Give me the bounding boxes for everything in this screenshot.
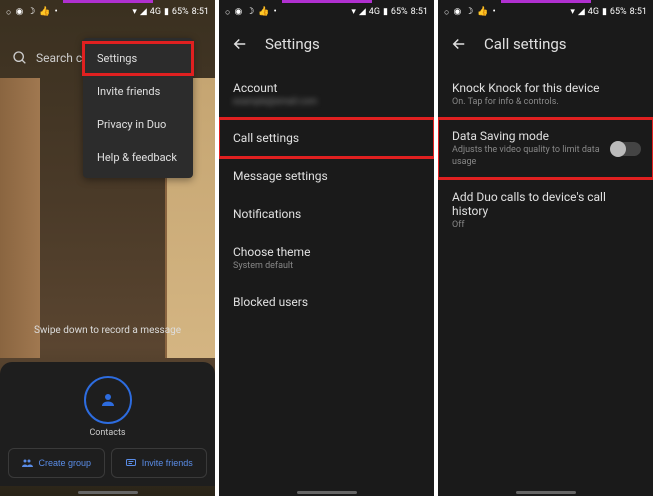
account-value: example@email.com [233,97,420,107]
data-saving-sub: Adjusts the video quality to limit data … [452,145,611,168]
swipe-hint: Swipe down to record a message [0,325,215,336]
call-settings-header: Call settings [438,21,653,69]
whatsapp-icon: ○ [444,7,449,18]
theme-label: Choose theme [233,245,420,259]
status-bar: ○ ◉ ☽ 👍 • ▾ ◢ 4G ▮ 65% 8:51 [0,3,215,21]
settings-header: Settings [219,21,434,69]
status-icons-right: ▾ ◢ 4G ▮ 65% 8:51 [351,7,428,17]
battery-percent: 65% [391,7,408,17]
search-bar[interactable]: Search co [12,50,89,66]
button-row: Create group Invite friends [8,448,207,478]
nav-handle[interactable] [297,491,357,494]
history-sub: Off [452,220,639,230]
search-placeholder: Search co [36,51,89,65]
contacts-button[interactable] [84,376,132,424]
data-saving-text: Data Saving mode Adjusts the video quali… [452,129,611,168]
theme-value: System default [233,261,420,271]
network-label: 4G [369,7,380,17]
choose-theme-item[interactable]: Choose theme System default [219,233,434,283]
call-history-item[interactable]: Add Duo calls to device's call history O… [438,178,653,242]
toggle-knob [610,141,626,157]
battery-percent: 65% [172,7,189,17]
call-settings-screen: ○ ◉ ☽ 👍 • ▾ ◢ 4G ▮ 65% 8:51 Call setting… [438,0,653,496]
duo-home-screen: ○ ◉ ☽ 👍 • ▾ ◢ 4G ▮ 65% 8:51 Search co Se… [0,0,215,496]
wifi-icon: ▾ [132,7,137,17]
signal-icon: ◢ [359,7,366,17]
whatsapp-icon: ○ [6,7,11,18]
moon-icon: ☽ [465,7,473,17]
thumbs-icon: 👍 [477,7,488,17]
data-saving-toggle[interactable] [611,142,641,156]
signal-icon: ◢ [578,7,585,17]
moon-icon: ☽ [246,7,254,17]
create-group-button[interactable]: Create group [8,448,105,478]
data-saving-label: Data Saving mode [452,129,611,143]
group-icon [21,457,33,469]
messenger-icon: ◉ [15,7,23,17]
battery-percent: 65% [610,7,627,17]
settings-screen: ○ ◉ ☽ 👍 • ▾ ◢ 4G ▮ 65% 8:51 Settings Acc… [219,0,434,496]
bottom-card: Contacts Create group Invite friends [0,362,215,486]
account-item[interactable]: Account example@email.com [219,69,434,119]
blocked-users-item[interactable]: Blocked users [219,283,434,321]
dot-icon: • [55,7,58,17]
status-icons-left: ○ ◉ ☽ 👍 • [444,7,496,18]
status-icons-left: ○ ◉ ☽ 👍 • [225,7,277,18]
call-settings-title: Call settings [484,35,567,53]
knock-knock-item[interactable]: Knock Knock for this device On. Tap for … [438,69,653,119]
clock: 8:51 [630,7,647,17]
dot-icon: • [493,7,496,17]
message-settings-item[interactable]: Message settings [219,157,434,195]
thumbs-icon: 👍 [39,7,50,17]
history-label: Add Duo calls to device's call history [452,190,639,218]
search-icon [12,50,28,66]
settings-title: Settings [265,35,320,53]
network-label: 4G [150,7,161,17]
menu-help-feedback[interactable]: Help & feedback [83,141,193,174]
contacts-label: Contacts [8,428,207,438]
knock-sub: On. Tap for info & controls. [452,97,639,107]
battery-icon: ▮ [602,7,607,17]
status-bar: ○ ◉ ☽ 👍 • ▾ ◢ 4G ▮ 65% 8:51 [219,3,434,21]
status-icons-left: ○ ◉ ☽ 👍 • [6,7,58,18]
knock-label: Knock Knock for this device [452,81,639,95]
menu-privacy[interactable]: Privacy in Duo [83,108,193,141]
notifications-item[interactable]: Notifications [219,195,434,233]
whatsapp-icon: ○ [225,7,230,18]
status-icons-right: ▾ ◢ 4G ▮ 65% 8:51 [132,7,209,17]
call-settings-item[interactable]: Call settings [219,119,434,157]
nav-handle[interactable] [78,491,138,494]
wifi-icon: ▾ [570,7,575,17]
dot-icon: • [274,7,277,17]
status-icons-right: ▾ ◢ 4G ▮ 65% 8:51 [570,7,647,17]
account-label: Account [233,81,420,95]
clock: 8:51 [411,7,428,17]
battery-icon: ▮ [164,7,169,17]
data-saving-item[interactable]: Data Saving mode Adjusts the video quali… [438,119,653,178]
battery-icon: ▮ [383,7,388,17]
invite-friends-label: Invite friends [142,458,193,468]
overflow-menu: Settings Invite friends Privacy in Duo H… [83,38,193,178]
moon-icon: ☽ [27,7,35,17]
create-group-label: Create group [38,458,91,468]
wifi-icon: ▾ [351,7,356,17]
clock: 8:51 [192,7,209,17]
thumbs-icon: 👍 [258,7,269,17]
menu-invite-friends[interactable]: Invite friends [83,75,193,108]
messenger-icon: ◉ [234,7,242,17]
network-label: 4G [588,7,599,17]
invite-friends-button[interactable]: Invite friends [111,448,208,478]
bg-door [0,78,40,358]
person-icon [99,391,117,409]
back-arrow-icon[interactable] [231,35,249,53]
status-bar: ○ ◉ ☽ 👍 • ▾ ◢ 4G ▮ 65% 8:51 [438,3,653,21]
nav-handle[interactable] [516,491,576,494]
messenger-icon: ◉ [453,7,461,17]
back-arrow-icon[interactable] [450,35,468,53]
menu-settings[interactable]: Settings [83,42,193,75]
message-icon [125,457,137,469]
signal-icon: ◢ [140,7,147,17]
